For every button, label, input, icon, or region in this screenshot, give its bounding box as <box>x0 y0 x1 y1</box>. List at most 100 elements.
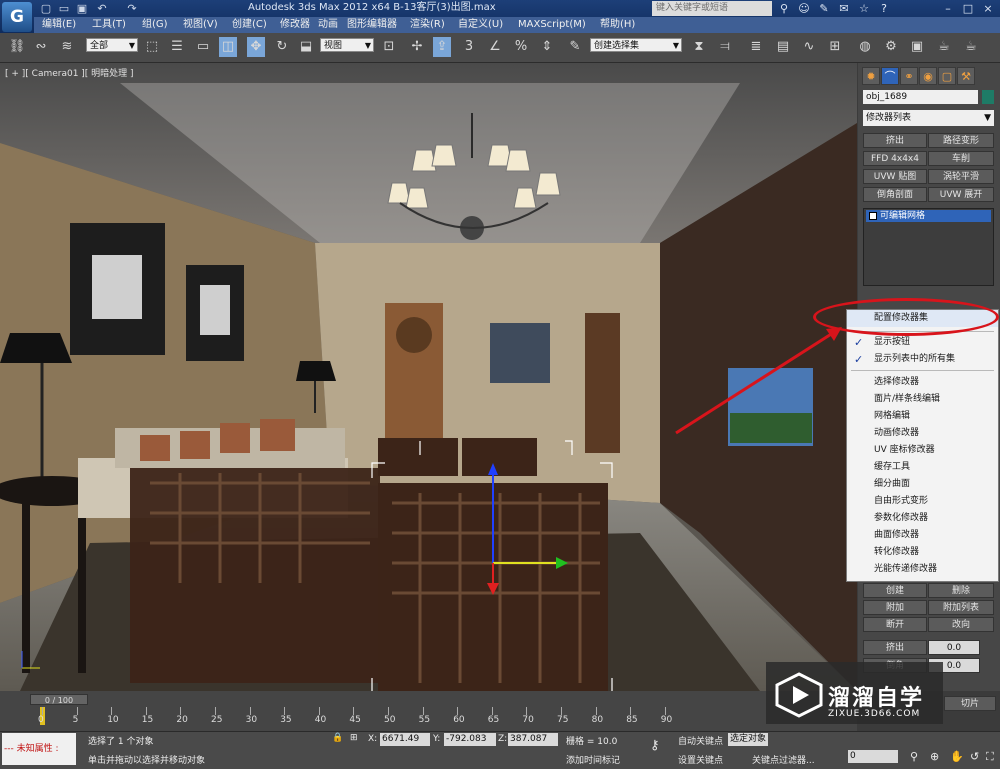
timeline[interactable] <box>0 691 857 731</box>
menu-modifiers[interactable]: 修改器 <box>280 17 310 33</box>
render-teapot-icon[interactable]: ☕ <box>935 37 953 57</box>
menu-item-free-form-deformers[interactable]: 自由形式变形 <box>847 493 998 510</box>
maxscript-listener-field[interactable]: --- 未知属性 : <box>2 733 76 765</box>
viewport-label[interactable]: [ + ][ Camera01 ][ 明暗处理 ] <box>5 66 134 79</box>
bevel-profile-button[interactable]: 倒角剖面 <box>863 187 927 202</box>
create-tab-icon[interactable]: ✹ <box>862 67 880 85</box>
ffd-button[interactable]: FFD 4x4x4 <box>863 151 927 166</box>
absolute-mode-icon[interactable]: ⊞ <box>350 733 358 743</box>
modify-tab-icon[interactable]: ⌒ <box>881 67 899 85</box>
menu-group[interactable]: 组(G) <box>142 17 168 33</box>
schematic-view-icon[interactable]: ⊞ <box>826 37 844 57</box>
help-icon[interactable]: ? <box>876 1 892 16</box>
menu-tools[interactable]: 工具(T) <box>92 17 126 33</box>
new-file-icon[interactable]: ▢ <box>38 2 54 16</box>
object-color-swatch[interactable] <box>982 90 994 104</box>
menu-item-parametric-modifiers[interactable]: 参数化修改器 <box>847 510 998 527</box>
auto-key-button[interactable]: 自动关键点 <box>678 734 723 747</box>
menu-item-patch-spline-editing[interactable]: 面片/样条线编辑 <box>847 391 998 408</box>
save-icon[interactable]: ▣ <box>74 2 90 16</box>
menu-maxscript[interactable]: MAXScript(M) <box>518 17 586 33</box>
time-slider[interactable]: 0 / 100 <box>30 694 88 705</box>
spinner-snap-icon[interactable]: ⇕ <box>538 37 556 57</box>
stack-item-editable-mesh[interactable]: 可编辑网格 <box>866 210 991 222</box>
curve-editor-icon[interactable]: ∿ <box>800 37 818 57</box>
select-manipulate-icon[interactable]: ✢ <box>408 37 426 57</box>
menu-item-subdivision-surfaces[interactable]: 细分曲面 <box>847 476 998 493</box>
layer-manager-icon[interactable]: ≣ <box>747 37 765 57</box>
select-object-icon[interactable]: ⬚ <box>143 37 161 57</box>
menu-rendering[interactable]: 渲染(R) <box>410 17 445 33</box>
slice-button[interactable]: 切片 <box>944 696 996 711</box>
selection-filter-dropdown[interactable]: 全部 ▼ <box>86 38 138 52</box>
menu-item-mesh-editing[interactable]: 网格编辑 <box>847 408 998 425</box>
open-file-icon[interactable]: ▭ <box>56 2 72 16</box>
attach-list-button[interactable]: 附加列表 <box>928 600 994 615</box>
attach-button[interactable]: 附加 <box>863 600 927 615</box>
percent-snap-icon[interactable]: % <box>512 37 530 57</box>
community-icon[interactable]: ☺ <box>796 1 812 16</box>
lock-selection-icon[interactable]: 🔒 <box>332 733 343 743</box>
snap-toggle-icon[interactable]: 3 <box>460 37 478 57</box>
extrude-mesh-button[interactable]: 挤出 <box>863 640 927 655</box>
ref-coord-dropdown[interactable]: 视图 ▼ <box>320 38 374 52</box>
key-mode-dropdown[interactable]: 选定对象 <box>728 733 768 746</box>
zoom-all-icon[interactable]: ⊕ <box>930 750 939 763</box>
pan-icon[interactable]: ✋ <box>950 750 964 763</box>
current-frame-field[interactable]: 0 <box>848 750 898 763</box>
key-filters-button[interactable]: 关键点过滤器... <box>752 753 815 766</box>
menu-animation[interactable]: 动画 <box>318 17 338 33</box>
minimize-icon[interactable]: – <box>940 1 956 16</box>
maximize-icon[interactable]: □ <box>960 1 976 16</box>
menu-create[interactable]: 创建(C) <box>232 17 267 33</box>
hierarchy-tab-icon[interactable]: ⚭ <box>900 67 918 85</box>
y-coordinate-field[interactable]: -792.083 <box>444 733 496 746</box>
path-deform-button[interactable]: 路径变形 <box>928 133 994 148</box>
select-move-icon[interactable]: ✥ <box>247 37 265 57</box>
window-crossing-icon[interactable]: ◫ <box>219 37 237 57</box>
rect-selection-icon[interactable]: ▭ <box>194 37 212 57</box>
uvw-map-button[interactable]: UVW 贴图 <box>863 169 927 184</box>
named-selection-dropdown[interactable]: 创建选择集 ▼ <box>590 38 682 52</box>
menu-item-radiosity-modifiers[interactable]: 光能传递修改器 <box>847 561 998 578</box>
maximize-viewport-icon[interactable]: ⛶ <box>986 750 994 764</box>
select-scale-icon[interactable]: ⬓ <box>297 37 315 57</box>
object-name-field[interactable]: obj_1689 <box>863 90 978 104</box>
select-rotate-icon[interactable]: ↻ <box>273 37 291 57</box>
search-icon[interactable]: ⚲ <box>776 1 792 16</box>
menu-item-animation-modifiers[interactable]: 动画修改器 <box>847 425 998 442</box>
orbit-icon[interactable]: ↺ <box>970 750 979 763</box>
camera-viewport[interactable] <box>0 63 857 691</box>
subscription-icon[interactable]: ✉ <box>836 1 852 16</box>
break-button[interactable]: 断开 <box>863 617 927 632</box>
angle-snap-icon[interactable]: ∠ <box>486 37 504 57</box>
lathe-button[interactable]: 车削 <box>928 151 994 166</box>
key-icon[interactable]: ⚷ <box>650 738 660 753</box>
extrude-button[interactable]: 挤出 <box>863 133 927 148</box>
menu-item-selection-modifiers[interactable]: 选择修改器 <box>847 374 998 391</box>
menu-item-surface-modifiers[interactable]: 曲面修改器 <box>847 527 998 544</box>
material-editor-icon[interactable]: ◍ <box>856 37 874 57</box>
undo-icon[interactable]: ↶ <box>94 2 110 16</box>
edit-named-selection-icon[interactable]: ✎ <box>566 37 584 57</box>
utilities-tab-icon[interactable]: ⚒ <box>957 67 975 85</box>
search-input[interactable]: 键入关键字或短语 <box>652 1 772 16</box>
x-coordinate-field[interactable]: 6671.49 <box>380 733 430 746</box>
add-time-tag[interactable]: 添加时间标记 <box>566 753 620 766</box>
mirror-icon[interactable]: ⧗ <box>690 37 708 57</box>
menu-item-cache-tools[interactable]: 缓存工具 <box>847 459 998 476</box>
graphite-tools-icon[interactable]: ▤ <box>774 37 792 57</box>
turbosmooth-button[interactable]: 涡轮平滑 <box>928 169 994 184</box>
render-setup-icon[interactable]: ⚙ <box>882 37 900 57</box>
menu-item-uv-coordinate-modifiers[interactable]: UV 座标修改器 <box>847 442 998 459</box>
tools-icon[interactable]: ✎ <box>816 1 832 16</box>
pivot-center-icon[interactable]: ⊡ <box>380 37 398 57</box>
close-icon[interactable]: × <box>980 1 996 16</box>
menu-item-conversion-modifiers[interactable]: 转化修改器 <box>847 544 998 561</box>
create-button[interactable]: 创建 <box>863 583 927 598</box>
render-production-icon[interactable]: ☕ <box>962 37 980 57</box>
z-coordinate-field[interactable]: 387.087 <box>508 733 558 746</box>
menu-edit[interactable]: 编辑(E) <box>42 17 76 33</box>
set-key-button[interactable]: 设置关键点 <box>678 753 723 766</box>
redo-icon[interactable]: ↷ <box>124 2 140 16</box>
